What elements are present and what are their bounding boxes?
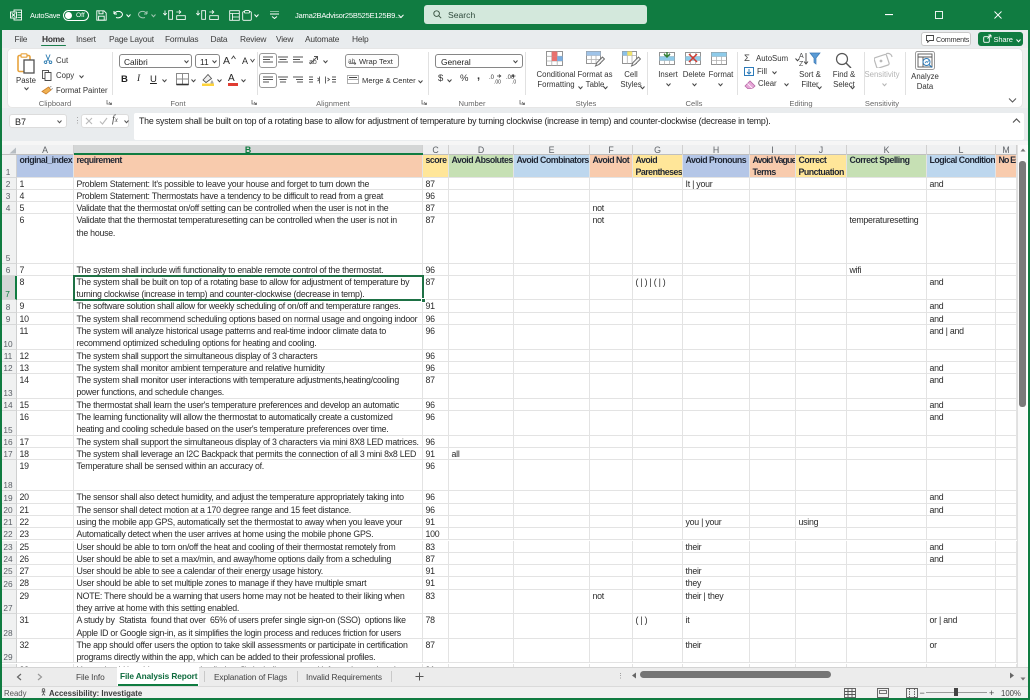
svg-text:.00: .00: [494, 80, 501, 85]
svg-text:ab: ab: [348, 58, 356, 65]
svg-text:A: A: [799, 53, 804, 60]
svg-text:Z: Z: [799, 61, 804, 68]
svg-text:ab: ab: [309, 59, 317, 65]
